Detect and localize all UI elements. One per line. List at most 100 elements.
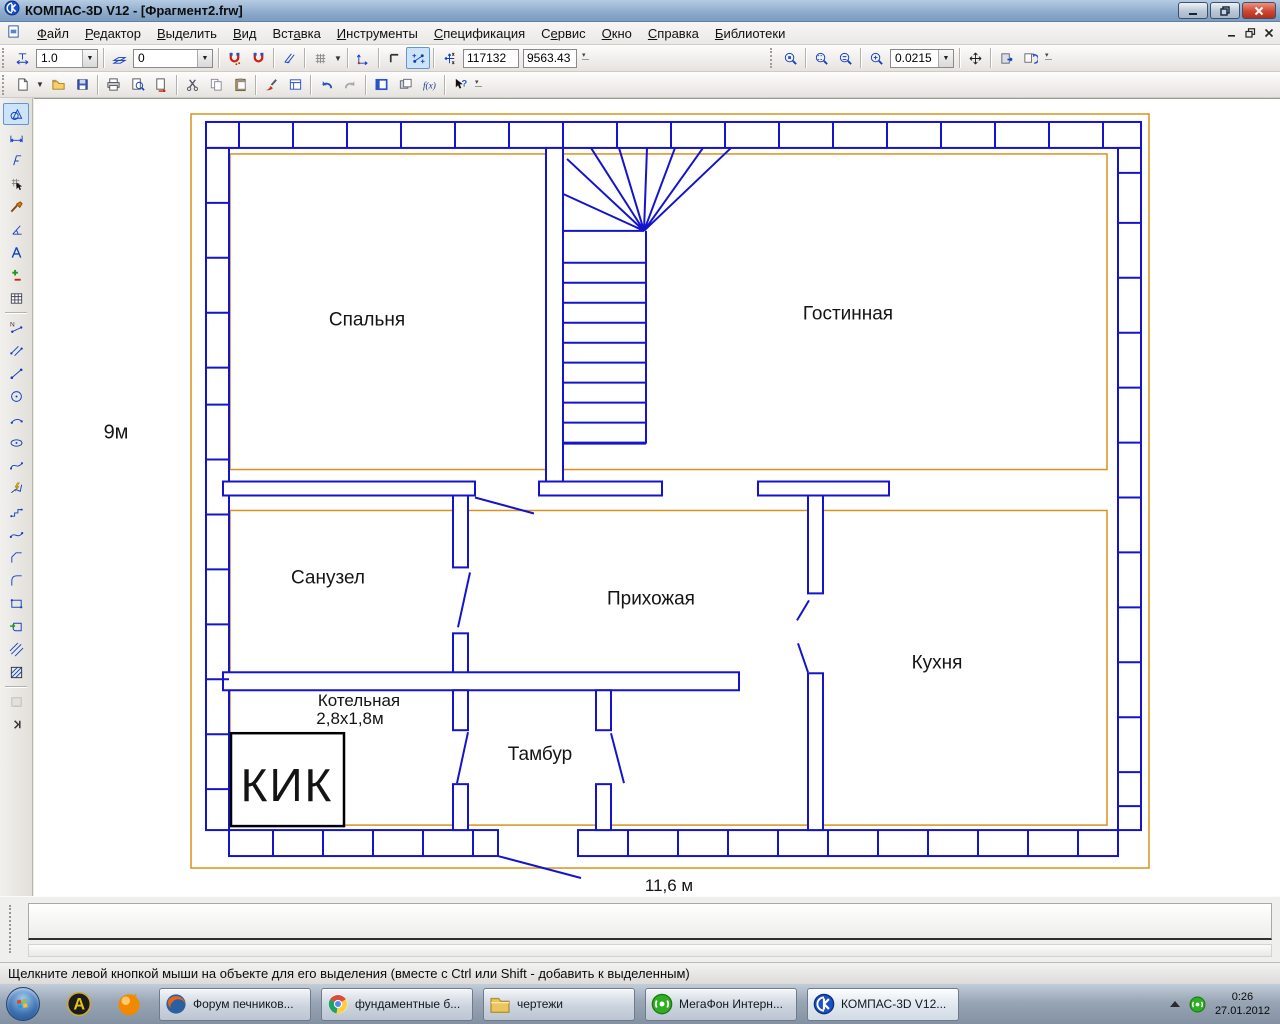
document-scale-dropdown-icon[interactable]: ▼ [82, 50, 97, 67]
spreadsheet-button[interactable] [3, 287, 29, 309]
drawing-canvas[interactable]: Спальня Гостинная Санузел Прихожая Кухня… [34, 98, 1280, 896]
new-doc-button[interactable] [10, 74, 34, 96]
taskbar-button-мегафон-интерн-[interactable]: МегаФон Интерн... [645, 988, 797, 1021]
menu-item-help[interactable]: Справка [640, 23, 707, 44]
redo-button[interactable] [338, 74, 362, 96]
chamfer-button[interactable] [3, 546, 29, 568]
local-cs-button[interactable] [351, 47, 375, 69]
panel-grip[interactable] [9, 905, 13, 953]
lightning-curve-button[interactable] [3, 477, 29, 499]
tray-expand-icon[interactable] [1170, 1001, 1180, 1007]
fillet-button[interactable] [3, 569, 29, 591]
restore-button[interactable] [1210, 2, 1240, 19]
rounding-button[interactable] [406, 47, 430, 69]
cursor-y-field[interactable]: 9563.43 [523, 49, 577, 68]
document-icon[interactable] [6, 24, 21, 42]
zoom-selection-button[interactable] [778, 47, 802, 69]
step-polyline-button[interactable] [3, 500, 29, 522]
taskbar-button-компас-3d-v12-[interactable]: КОМПАС-3D V12... [807, 988, 959, 1021]
context-help-button[interactable]: ? [448, 74, 472, 96]
taskbar-button-фундаментные-б-[interactable]: фундаментные б... [321, 988, 473, 1021]
disabled-tool-button[interactable] [3, 690, 29, 712]
toolbar-overflow-chevron[interactable]: ▾— [472, 75, 485, 95]
tray-clock[interactable]: 0:26 27.01.2012 [1215, 990, 1270, 1018]
undo-button[interactable] [314, 74, 338, 96]
menu-item-libraries[interactable]: Библиотеки [707, 23, 793, 44]
hatch-lines-button[interactable] [3, 638, 29, 660]
toolbar-overflow-chevron[interactable]: ▾— [1042, 48, 1055, 68]
snap-parallel-button[interactable] [277, 47, 301, 69]
doc-scale-button[interactable] [10, 47, 34, 69]
geometry-button[interactable] [3, 103, 29, 125]
refresh-button[interactable] [1018, 47, 1042, 69]
line-n-button[interactable]: N [3, 316, 29, 338]
expand-panel-button[interactable] [3, 713, 29, 735]
arc-button[interactable] [3, 408, 29, 430]
rectangle-button[interactable] [3, 592, 29, 614]
ellipse-button[interactable] [3, 431, 29, 453]
selection-button[interactable] [3, 241, 29, 263]
pan-button[interactable] [963, 47, 987, 69]
edit-button[interactable] [3, 172, 29, 194]
property-bar[interactable] [28, 903, 1272, 940]
save-button[interactable] [70, 74, 94, 96]
variables-button[interactable] [393, 74, 417, 96]
mdi-close-button[interactable] [1264, 26, 1274, 41]
taskbar-button-форум-печников-[interactable]: Форум печников... [159, 988, 311, 1021]
menu-item-specification[interactable]: Спецификация [426, 23, 533, 44]
ortho-button[interactable] [382, 47, 406, 69]
aimp-quicklaunch-button[interactable]: A [64, 989, 94, 1019]
menu-item-tools[interactable]: Инструменты [329, 23, 426, 44]
zoom-scale-dropdown-icon[interactable]: ▼ [938, 50, 953, 67]
toolbar-overflow-chevron[interactable]: ▾— [579, 48, 592, 68]
snap-global-button[interactable] [222, 47, 246, 69]
current-layer-combo[interactable]: 0▼ [133, 49, 213, 68]
toolbar-grip[interactable] [2, 75, 8, 95]
spec-manager-button[interactable] [283, 74, 307, 96]
menu-item-file[interactable]: Файл [29, 23, 77, 44]
menu-item-service[interactable]: Сервис [533, 23, 594, 44]
copy-button[interactable] [204, 74, 228, 96]
menu-item-editor[interactable]: Редактор [77, 23, 149, 44]
start-button[interactable] [6, 987, 40, 1021]
menu-item-view[interactable]: Вид [225, 23, 265, 44]
current-layer-dropdown-icon[interactable]: ▼ [197, 50, 212, 67]
zoom-in-button[interactable] [864, 47, 888, 69]
minimize-button[interactable] [1178, 2, 1208, 19]
cursor-coords-button[interactable] [437, 47, 461, 69]
zoom-inout-button[interactable] [833, 47, 857, 69]
segment-button[interactable] [3, 362, 29, 384]
cut-button[interactable] [180, 74, 204, 96]
parametrization-button[interactable] [3, 195, 29, 217]
parallel-lines-button[interactable] [3, 339, 29, 361]
collect-contour-button[interactable] [3, 615, 29, 637]
toolbar-grip[interactable] [770, 48, 776, 68]
doc-manager-button[interactable] [369, 74, 393, 96]
megafon-tray-icon[interactable] [1189, 996, 1206, 1013]
snap-local-button[interactable] [246, 47, 270, 69]
close-button[interactable] [1242, 2, 1276, 19]
fx-button[interactable]: f(x) [417, 74, 441, 96]
menu-item-window[interactable]: Окно [594, 23, 640, 44]
document-scale-combo[interactable]: 1.0▼ [36, 49, 98, 68]
taskbar-button-чертежи[interactable]: чертежи [483, 988, 635, 1021]
zoom-frame-button[interactable] [809, 47, 833, 69]
bezier-button[interactable] [3, 523, 29, 545]
view-dropdown-arrow[interactable]: ▼ [332, 47, 344, 69]
measure-button[interactable] [3, 218, 29, 240]
cursor-x-field[interactable]: 117132 [463, 49, 519, 68]
mdi-minimize-button[interactable] [1227, 26, 1237, 41]
plus-minus-button[interactable] [3, 264, 29, 286]
standard-dropdown-arrow[interactable]: ▼ [34, 74, 46, 96]
circle-button[interactable] [3, 385, 29, 407]
print-button[interactable] [101, 74, 125, 96]
layers-button[interactable] [107, 47, 131, 69]
grid-button[interactable] [308, 47, 332, 69]
menu-item-select[interactable]: Выделить [149, 23, 225, 44]
hatch-button[interactable] [3, 661, 29, 683]
copy-style-button[interactable] [259, 74, 283, 96]
toolbar-grip[interactable] [2, 48, 8, 68]
floor-plan[interactable]: Спальня Гостинная Санузел Прихожая Кухня… [34, 99, 1280, 896]
dimensions-button[interactable] [3, 126, 29, 148]
mdi-restore-button[interactable] [1245, 26, 1256, 41]
